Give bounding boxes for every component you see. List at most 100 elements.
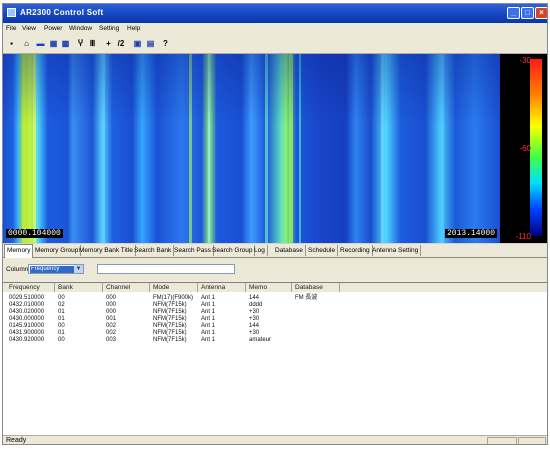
toolbar: ▪ ⌂ ▬ ▦ ▩ Ⴤ Ⅲ + /2 ▣ ▤ ? [3, 35, 547, 54]
waterfall-display[interactable]: 0000.104000 2013.14000 [3, 54, 500, 243]
memory-table: Frequency Bank Channel Mode Antenna Memo Datab… [3, 282, 547, 435]
table-cell: 01 [58, 309, 65, 315]
scale-top-label: -30 [519, 56, 531, 65]
table-cell: 00 [58, 337, 65, 343]
divide-icon[interactable]: /2 [114, 38, 128, 49]
table-cell: 002 [106, 330, 117, 336]
filter-bar: Column Frequency ▼ [3, 258, 547, 282]
tab-memory[interactable]: Memory [4, 244, 34, 258]
table-cell: 0431.900000 [9, 330, 45, 336]
column-label: Column [6, 266, 29, 273]
table-row[interactable]: 0430.000000 01 001 NFM(7F15k) Ant 1 +30 [3, 316, 547, 323]
column-header[interactable]: Database [292, 283, 340, 292]
table-row[interactable]: 0430.920000 00 003 NFM(7F15k) Ant 1 amateur [3, 337, 547, 344]
table-cell: Ant 1 [201, 330, 216, 336]
column-header[interactable]: Channel [103, 283, 150, 292]
menu-view[interactable]: View [22, 25, 36, 32]
antenna-icon[interactable]: ⌂ [21, 38, 32, 49]
table-cell: NFM(7F15k) [153, 309, 187, 315]
tab-log[interactable]: Log [252, 245, 268, 256]
table-row[interactable]: 0029.510000 00 000 FM(17)(F900k) Ant 1 144 FM … [3, 295, 547, 302]
table-cell: +30 [249, 316, 260, 322]
column-header[interactable]: Frequency [6, 283, 55, 292]
table-cell: dddd [249, 302, 263, 308]
tab-schedule[interactable]: Schedule [306, 245, 339, 256]
table-cell: 000 [106, 295, 117, 301]
column-header[interactable]: Antenna [198, 283, 246, 292]
tab-search-bank[interactable]: Search Bank [132, 245, 175, 256]
filter-input[interactable] [97, 264, 235, 274]
status-bar: Ready [3, 435, 547, 444]
table-cell: 144 [249, 323, 260, 329]
minimize-button[interactable]: _ [507, 7, 520, 19]
table-cell: Ant 1 [201, 295, 216, 301]
column-header[interactable]: Mode [150, 283, 198, 292]
window-icon[interactable]: ▤ [145, 38, 156, 49]
scale-bottom-label: -110 [515, 232, 531, 241]
tab-database[interactable]: Database [273, 245, 306, 256]
table-cell: NFM(7F15k) [153, 330, 187, 336]
table-row[interactable]: 0145.910000 00 002 NFM(7F15k) Ant 1 144 [3, 323, 547, 330]
table-cell: NFM(7F15k) [153, 337, 187, 343]
table-cell: +30 [249, 330, 260, 336]
scan-icon[interactable]: Ⴤ [75, 38, 86, 49]
table-cell: NFM(7F15k) [153, 316, 187, 322]
status-text: Ready [6, 437, 27, 444]
table-cell: 0430.920000 [9, 337, 45, 343]
save-icon[interactable]: ▪ [6, 38, 17, 49]
scale-mid-label: -60 [519, 144, 531, 153]
table-cell: Ant 1 [201, 316, 216, 322]
table-row[interactable]: 0431.900000 01 002 NFM(7F15k) Ant 1 +30 [3, 330, 547, 337]
column-header[interactable]: Memo [246, 283, 292, 292]
tab-antenna-setting[interactable]: Antenna Setting [370, 245, 422, 256]
tab-search-pass[interactable]: Search Pass [172, 245, 214, 256]
menu-window[interactable]: Window [69, 25, 92, 32]
add-icon[interactable]: + [103, 38, 114, 49]
table-cell: FM(17)(F900k) [153, 295, 194, 301]
column-header[interactable]: Bank [55, 283, 103, 292]
maximize-button[interactable]: □ [521, 7, 534, 19]
table-cell: 0145.910000 [9, 323, 45, 329]
tab-memory-group[interactable]: Memory Group [33, 245, 82, 256]
display-icon[interactable]: ▣ [132, 38, 143, 49]
help-icon[interactable]: ? [160, 38, 171, 49]
spectrum-icon[interactable]: ▩ [60, 38, 71, 49]
table-cell: 02 [58, 302, 65, 308]
column-select[interactable]: Frequency ▼ [28, 264, 84, 274]
tab-memory-bank-title[interactable]: Memory Bank Title [77, 245, 136, 256]
table-cell: 0430.000000 [9, 316, 45, 322]
memory-icon[interactable]: ▦ [48, 38, 59, 49]
window-title: AR2300 Control Soft [20, 8, 104, 17]
column-select-value: Frequency [30, 266, 74, 273]
app-window: AR2300 Control Soft _ □ × File View Powe… [2, 3, 548, 445]
receiver-icon[interactable]: ▬ [35, 38, 46, 49]
table-cell: 0432.010000 [9, 302, 45, 308]
menu-help[interactable]: Help [127, 25, 140, 32]
table-row[interactable]: 0432.010000 02 000 NFM(7F15k) Ant 1 dddd [3, 302, 547, 309]
table-cell: NFM(7F15k) [153, 302, 187, 308]
table-cell: 001 [106, 316, 117, 322]
tab-search-group[interactable]: Search Group [210, 245, 256, 256]
table-header: Frequency Bank Channel Mode Antenna Memo Datab… [3, 283, 547, 292]
tab-recording[interactable]: Recording [338, 245, 373, 256]
table-cell: FM 長波 [295, 295, 318, 301]
chevron-down-icon[interactable]: ▼ [74, 265, 83, 273]
menu-file[interactable]: File [6, 25, 16, 32]
table-cell: 000 [106, 309, 117, 315]
waterfall-haze [3, 54, 500, 124]
status-pane [487, 437, 517, 444]
table-cell: 00 [58, 295, 65, 301]
bars-icon[interactable]: Ⅲ [87, 38, 98, 49]
table-row[interactable]: 0430.020000 01 000 NFM(7F15k) Ant 1 +30 [3, 309, 547, 316]
title-bar[interactable]: AR2300 Control Soft _ □ × [3, 4, 547, 23]
close-button[interactable]: × [535, 7, 547, 19]
color-scale-bar [530, 59, 542, 236]
menu-power[interactable]: Power [44, 25, 62, 32]
table-cell: Ant 1 [201, 323, 216, 329]
table-cell: 01 [58, 316, 65, 322]
table-cell: 0430.020000 [9, 309, 45, 315]
tab-strip: Memory Memory Group Memory Bank Title Se… [3, 244, 547, 258]
menu-setting[interactable]: Setting [99, 25, 119, 32]
level-scale: -30 -60 -110 [500, 54, 547, 243]
table-cell: Ant 1 [201, 337, 216, 343]
